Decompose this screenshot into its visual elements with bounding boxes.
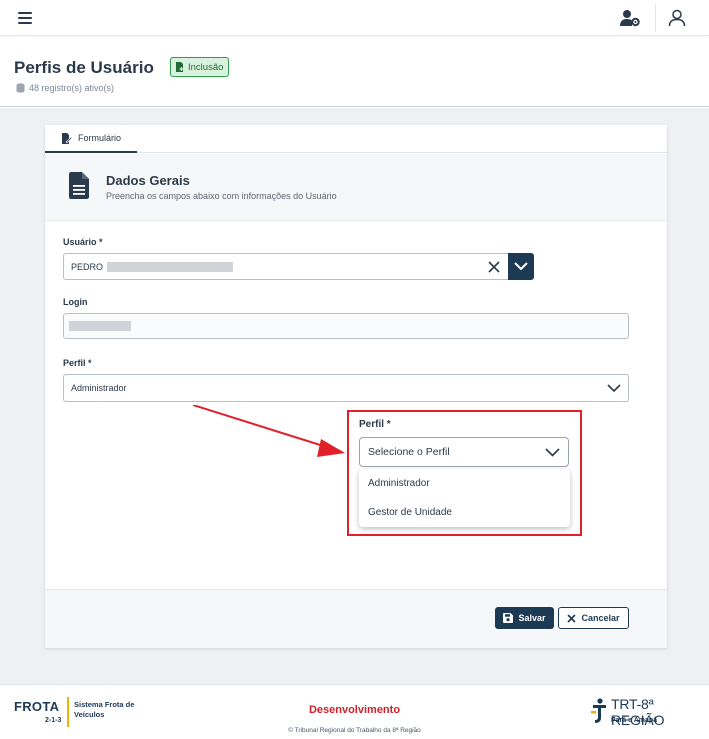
redacted-name — [107, 261, 234, 272]
usuario-value: PEDRO — [71, 261, 104, 272]
records-count: 48 registro(s) ativo(s) — [16, 83, 114, 93]
cancel-button[interactable]: Cancelar — [558, 607, 629, 629]
chevron-down-icon — [514, 262, 528, 271]
status-badge-label: Inclusão — [188, 61, 224, 73]
main-area: Formulário Dados Gerais Preencha os camp… — [0, 108, 709, 684]
page-footer: FROTA 2-1-3 Sistema Frota de Veículos De… — [0, 684, 709, 739]
callout-placeholder: Selecione o Perfil — [368, 446, 450, 458]
callout-perfil-select[interactable]: Selecione o Perfil — [359, 437, 569, 467]
trt-logo-icon — [591, 698, 606, 723]
tab-bar: Formulário — [45, 125, 667, 153]
save-label: Salvar — [518, 613, 546, 623]
annotation-arrow — [193, 405, 345, 457]
user-icon[interactable] — [668, 9, 686, 27]
form-card: Formulário Dados Gerais Preencha os camp… — [45, 125, 667, 648]
option-administrador[interactable]: Administrador — [359, 469, 570, 498]
login-field[interactable] — [63, 313, 629, 339]
perfil-label: Perfil * — [63, 358, 92, 368]
section-title: Dados Gerais — [106, 173, 190, 188]
clear-icon[interactable] — [488, 261, 500, 273]
perfil-select[interactable]: Administrador — [63, 374, 629, 402]
perfil-value: Administrador — [71, 383, 127, 393]
chevron-down-icon — [545, 448, 560, 457]
option-gestor-de-unidade[interactable]: Gestor de Unidade — [359, 498, 570, 527]
file-plus-icon — [176, 62, 184, 72]
login-label: Login — [63, 297, 88, 307]
records-label: 48 registro(s) ativo(s) — [29, 83, 115, 93]
tab-formulario-label: Formulário — [77, 133, 121, 143]
callout-perfil-label: Perfil * — [359, 419, 391, 430]
topbar-divider — [655, 4, 656, 32]
top-bar — [0, 0, 709, 36]
app-version: 2-1-3 — [45, 717, 62, 724]
hamburger-icon[interactable] — [18, 12, 32, 24]
document-icon — [69, 172, 89, 199]
form-actions: Salvar Cancelar — [45, 589, 667, 648]
close-icon — [567, 613, 577, 623]
file-edit-icon — [61, 132, 72, 144]
save-button[interactable]: Salvar — [495, 607, 554, 629]
page-header: Perfis de Usuário Inclusão 48 registro(s… — [0, 37, 709, 107]
page-title: Perfis de Usuário — [14, 58, 154, 77]
floppy-disk-icon — [503, 613, 514, 623]
tab-formulario[interactable]: Formulário — [45, 125, 137, 153]
section-subtitle: Preencha os campos abaixo com informaçõe… — [106, 191, 337, 201]
chevron-down-icon — [607, 384, 621, 393]
usuario-label: Usuário * — [63, 237, 103, 247]
copyright: © Tribunal Regional do Trabalho da 8ª Re… — [288, 727, 421, 734]
org-subtitle: Pará e Amapá — [611, 717, 658, 724]
redacted-login — [69, 321, 131, 331]
cancel-label: Cancelar — [581, 613, 620, 623]
highlight-box: Perfil * Selecione o Perfil Administrado… — [347, 410, 582, 536]
database-icon — [16, 83, 25, 93]
perfil-options-menu: Administrador Gestor de Unidade — [359, 469, 570, 527]
section-header: Dados Gerais Preencha os campos abaixo c… — [45, 154, 667, 221]
status-badge: Inclusão — [170, 57, 230, 77]
usuario-select[interactable]: PEDRO — [63, 253, 509, 280]
usuario-dropdown-button[interactable] — [508, 253, 534, 280]
user-gear-icon[interactable] — [620, 9, 640, 27]
